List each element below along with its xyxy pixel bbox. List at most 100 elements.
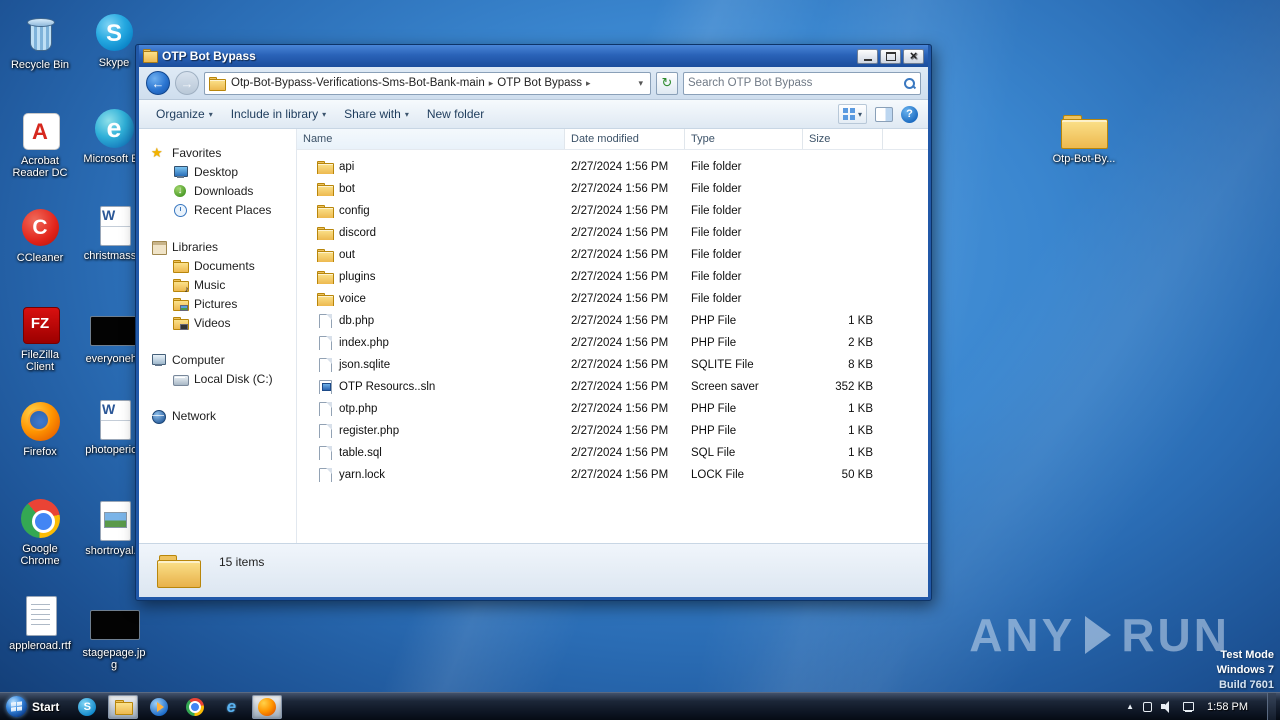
sidebar-item-documents[interactable]: Documents [139,256,296,275]
close-button[interactable] [903,48,924,64]
sidebar-label: Desktop [194,164,239,179]
cell-type: File folder [691,249,742,261]
taskbar-icon-media-player[interactable] [144,695,174,719]
libraries-icon [151,240,167,255]
cell-name: voice [297,292,565,306]
new-folder-button[interactable]: New folder [420,103,491,125]
folder-icon [317,248,334,262]
action-center-icon[interactable] [1143,701,1153,712]
help-button[interactable]: ? [901,105,918,123]
show-hidden-icons-button[interactable]: ▲ [1126,702,1134,711]
chevron-down-icon: ▾ [857,109,862,119]
desktop-icon-firefox[interactable]: Firefox [6,401,74,458]
sidebar-label: Pictures [194,296,238,311]
sidebar-item-favorites[interactable]: Favorites [139,143,296,162]
title-bar[interactable]: OTP Bot Bypass [139,45,928,67]
firefox-icon [16,401,64,443]
address-dropdown-icon[interactable]: ▾ [635,78,646,89]
table-row[interactable]: discord 2/27/2024 1:56 PM File folder [297,222,928,244]
column-header-name[interactable]: Name [297,129,565,149]
sidebar-item-pictures[interactable]: Pictures [139,294,296,313]
table-row[interactable]: table.sql 2/27/2024 1:56 PM SQL File 1 K… [297,442,928,464]
sidebar-item-music[interactable]: ♪ Music [139,275,296,294]
table-row[interactable]: out 2/27/2024 1:56 PM File folder [297,244,928,266]
taskbar-icons: S e [72,693,283,720]
breadcrumb-current[interactable]: OTP Bot Bypass [497,77,582,89]
start-button[interactable]: Start [0,693,68,720]
desktop-icon-recycle-bin[interactable]: Recycle Bin [6,14,74,71]
cell-size: 1 KB [848,403,873,415]
file-icon [317,402,334,416]
desktop-icon-chrome[interactable]: Google Chrome [6,498,74,567]
search-input[interactable] [688,77,903,89]
search-icon[interactable] [903,77,916,90]
include-in-library-button[interactable]: Include in library ▾ [224,103,333,125]
folder-icon [317,204,334,218]
sidebar-item-network[interactable]: Network [139,406,296,425]
table-row[interactable]: voice 2/27/2024 1:56 PM File folder [297,288,928,310]
column-header-size[interactable]: Size [803,129,883,149]
table-row[interactable]: api 2/27/2024 1:56 PM File folder [297,156,928,178]
desktop-icon-appleroad[interactable]: appleroad.rtf [6,595,74,652]
taskbar-icon-ie[interactable]: e [216,695,246,719]
cell-date: 2/27/2024 1:56 PM [571,403,669,415]
desktop-icon-ccleaner[interactable]: CCleaner [6,207,74,264]
desktop-icon-otp-folder[interactable]: Otp-Bot-By... [1050,108,1118,165]
table-row[interactable]: bot 2/27/2024 1:56 PM File folder [297,178,928,200]
cell-name: db.php [297,314,565,328]
network-icon[interactable] [1182,701,1195,713]
table-row[interactable]: json.sqlite 2/27/2024 1:56 PM SQLITE Fil… [297,354,928,376]
file-name: db.php [339,315,375,327]
desktop-icon-filezilla[interactable]: FileZilla Client [6,304,74,373]
maximize-button[interactable] [880,48,901,64]
breadcrumb[interactable]: Otp-Bot-Bypass-Verifications-Sms-Bot-Ban… [204,71,651,95]
desktop-icon-acrobat[interactable]: Acrobat Reader DC [6,110,74,179]
cell-date: 2/27/2024 1:56 PM [571,161,669,173]
refresh-button[interactable]: ↻ [656,71,678,95]
sidebar-item-desktop[interactable]: Desktop [139,162,296,181]
disk-drive-icon [173,372,189,386]
column-header-type[interactable]: Type [685,129,803,149]
table-row[interactable]: register.php 2/27/2024 1:56 PM PHP File … [297,420,928,442]
cell-name: table.sql [297,446,565,460]
file-name: index.php [339,337,389,349]
speaker-icon[interactable] [1161,701,1173,713]
table-row[interactable]: yarn.lock 2/27/2024 1:56 PM LOCK File 50… [297,464,928,486]
column-header-date[interactable]: Date modified [565,129,685,149]
preview-pane-button[interactable] [875,106,893,122]
sidebar-item-downloads[interactable]: Downloads [139,181,296,200]
taskbar-icon-chrome[interactable] [180,695,210,719]
sidebar-item-local-disk-c[interactable]: Local Disk (C:) [139,369,296,388]
breadcrumb-parent[interactable]: Otp-Bot-Bypass-Verifications-Sms-Bot-Ban… [231,77,485,89]
taskbar-icon-explorer[interactable] [108,694,139,719]
sidebar-item-libraries[interactable]: Libraries [139,237,296,256]
forward-button[interactable]: → [175,71,199,95]
table-row[interactable]: config 2/27/2024 1:56 PM File folder [297,200,928,222]
cell-name: plugins [297,270,565,284]
table-row[interactable]: otp.php 2/27/2024 1:56 PM PHP File 1 KB [297,398,928,420]
change-view-button[interactable]: ▾ [837,104,867,124]
recycle-bin-icon [16,14,64,56]
table-row[interactable]: plugins 2/27/2024 1:56 PM File folder [297,266,928,288]
new-folder-label: New folder [426,107,485,121]
chevron-down-icon: ▾ [322,109,327,119]
show-desktop-button[interactable] [1267,693,1276,720]
desktop-icon-stagepage[interactable]: stagepage.jpg [80,602,148,671]
table-row[interactable]: index.php 2/27/2024 1:56 PM PHP File 2 K… [297,332,928,354]
skype-icon: S [78,697,97,716]
table-row[interactable]: db.php 2/27/2024 1:56 PM PHP File 1 KB [297,310,928,332]
file-icon [317,468,334,482]
sidebar-item-videos[interactable]: Videos [139,313,296,332]
address-bar: ← → Otp-Bot-Bypass-Verifications-Sms-Bot… [139,67,928,100]
minimize-button[interactable] [857,48,878,64]
sidebar-item-computer[interactable]: Computer [139,350,296,369]
window-title: OTP Bot Bypass [162,49,256,63]
taskbar-icon-firefox[interactable] [252,694,283,719]
back-button[interactable]: ← [146,71,170,95]
clock[interactable]: 1:58 PM [1203,701,1258,713]
table-row[interactable]: OTP Resourcs..sln 2/27/2024 1:56 PM Scre… [297,376,928,398]
organize-button[interactable]: Organize ▾ [149,103,220,125]
sidebar-item-recent-places[interactable]: Recent Places [139,200,296,219]
share-with-button[interactable]: Share with ▾ [337,103,416,125]
taskbar-icon-skype[interactable]: S [72,695,102,719]
